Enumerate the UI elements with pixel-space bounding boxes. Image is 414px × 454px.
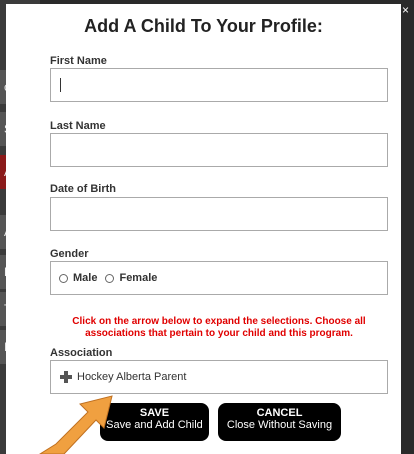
gender-label: Gender — [50, 248, 89, 260]
association-item-label: Hockey Alberta Parent — [77, 371, 187, 383]
pointer-arrow-icon — [39, 395, 113, 454]
date-of-birth-field[interactable] — [50, 197, 388, 231]
dob-label: Date of Birth — [50, 183, 116, 195]
first-name-field[interactable] — [50, 68, 388, 102]
cancel-button-main: CANCEL — [256, 407, 303, 419]
gender-group: Male Female — [50, 261, 388, 295]
association-notice: Click on the arrow below to expand the s… — [72, 316, 366, 339]
female-label[interactable]: Female — [119, 272, 157, 284]
close-icon[interactable]: × — [402, 4, 412, 16]
cancel-button-sub: Close Without Saving — [226, 419, 333, 431]
male-label[interactable]: Male — [73, 272, 97, 284]
cancel-button[interactable]: CANCEL Close Without Saving — [218, 403, 341, 441]
text-cursor — [60, 78, 61, 92]
association-label: Association — [50, 347, 113, 359]
plus-icon[interactable] — [59, 370, 73, 384]
female-radio[interactable] — [105, 273, 115, 283]
last-name-label: Last Name — [50, 120, 106, 132]
first-name-label: First Name — [50, 55, 107, 67]
last-name-field[interactable] — [50, 133, 388, 167]
modal-title: Add A Child To Your Profile: — [84, 16, 323, 36]
male-radio[interactable] — [59, 273, 68, 283]
